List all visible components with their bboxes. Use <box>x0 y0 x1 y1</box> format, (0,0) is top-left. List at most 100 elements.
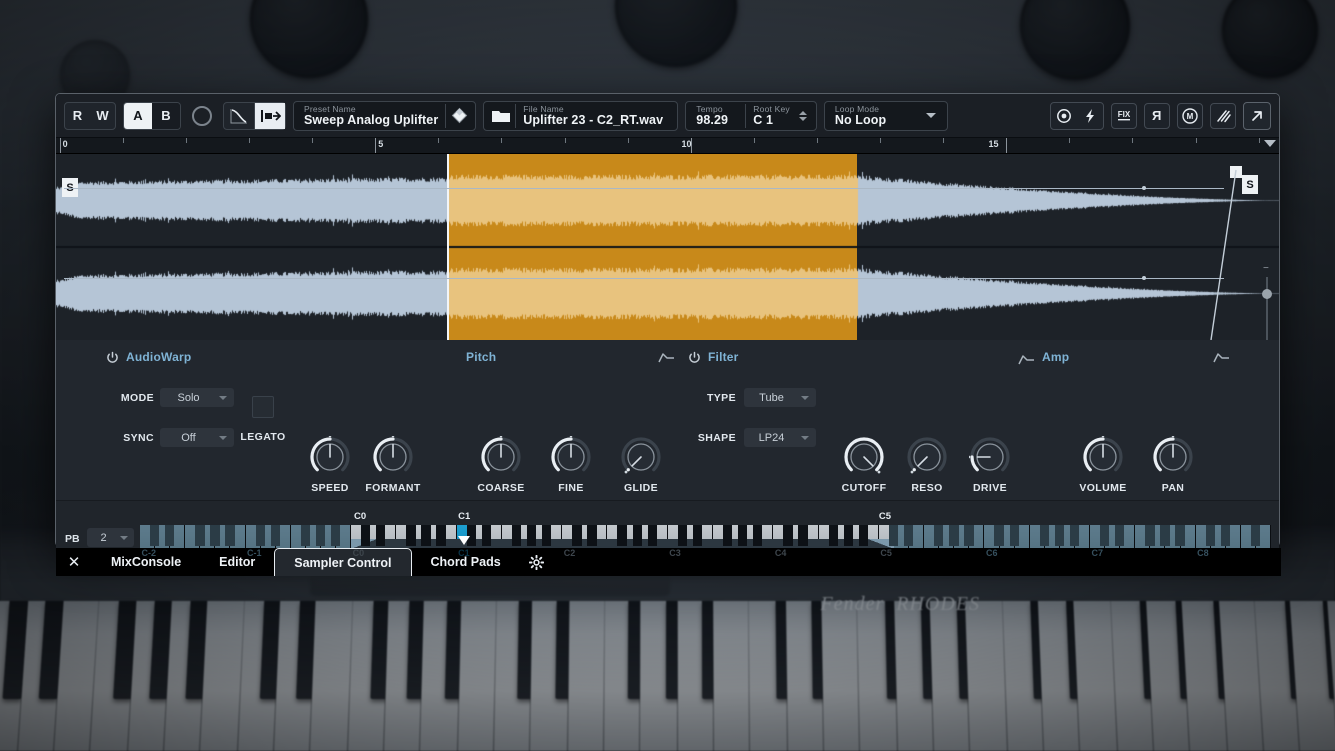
ruler-menu-chevron-icon[interactable] <box>1264 140 1276 147</box>
piano-black-key[interactable] <box>225 525 235 546</box>
piano-black-key[interactable] <box>481 525 492 546</box>
knob-speed[interactable] <box>309 436 351 478</box>
diamond-preset-icon[interactable] <box>446 102 472 130</box>
power-icon[interactable] <box>688 351 701 364</box>
piano-black-key[interactable] <box>1175 525 1185 546</box>
close-icon[interactable]: ✕ <box>56 548 92 576</box>
piano-black-key[interactable] <box>542 525 552 546</box>
piano-black-key[interactable] <box>406 525 416 546</box>
tempo-value[interactable]: 98.29 <box>696 114 738 127</box>
power-icon[interactable] <box>106 351 119 364</box>
knob-formant[interactable] <box>372 436 414 478</box>
piano-black-key[interactable] <box>934 525 944 546</box>
piano-black-key[interactable] <box>587 525 597 546</box>
shape-dropdown[interactable]: LP24 <box>744 428 816 447</box>
piano-black-key[interactable] <box>738 525 748 546</box>
piano-black-key[interactable] <box>632 525 642 546</box>
knob-volume[interactable] <box>1082 436 1124 478</box>
piano-black-key[interactable] <box>1160 525 1170 546</box>
tab-mixconsole[interactable]: MixConsole <box>92 548 200 576</box>
piano-black-key[interactable] <box>828 525 838 546</box>
piano-black-key[interactable] <box>949 525 959 546</box>
piano-black-key[interactable] <box>1220 525 1230 546</box>
piano-black-key[interactable] <box>1039 525 1050 546</box>
piano-black-key[interactable] <box>677 525 688 546</box>
fade-curve-icon[interactable] <box>224 103 254 129</box>
piano-black-key[interactable] <box>1009 525 1019 546</box>
gear-icon[interactable] <box>520 548 554 576</box>
knob-cutoff[interactable] <box>843 436 885 478</box>
piano-black-key[interactable] <box>315 525 326 546</box>
piano-black-key[interactable] <box>722 525 733 546</box>
piano-black-key[interactable] <box>1205 525 1215 546</box>
piano-black-key[interactable] <box>783 525 793 546</box>
piano-black-key[interactable] <box>964 525 974 546</box>
piano-black-key[interactable] <box>165 525 175 546</box>
vertical-zoom-track[interactable] <box>1266 277 1268 340</box>
piano-black-key[interactable] <box>195 525 205 546</box>
piano-black-key[interactable] <box>647 525 657 546</box>
piano-black-key[interactable] <box>753 525 763 546</box>
automation-write-button[interactable]: W <box>90 103 115 129</box>
piano-black-key[interactable] <box>511 525 522 546</box>
piano-black-key[interactable] <box>617 525 627 546</box>
envelope-node[interactable] <box>1142 276 1146 280</box>
piano-black-key[interactable] <box>361 525 371 546</box>
envelope-line-bottom[interactable] <box>64 278 1224 279</box>
slices-icon[interactable] <box>1210 102 1236 129</box>
piano-black-key[interactable] <box>843 525 853 546</box>
loop-mode-field[interactable]: Loop Mode No Loop <box>823 100 948 131</box>
tab-chord-pads[interactable]: Chord Pads <box>412 548 520 576</box>
selection-start-handle[interactable] <box>446 154 449 340</box>
piano-black-key[interactable] <box>376 525 386 546</box>
knob-glide[interactable] <box>620 436 662 478</box>
record-icon[interactable] <box>1051 103 1077 129</box>
preset-a-button[interactable]: A <box>124 102 152 129</box>
piano-black-key[interactable] <box>692 525 703 546</box>
piano-black-key[interactable] <box>436 525 446 546</box>
snap-to-zero-icon[interactable] <box>255 102 285 129</box>
pitch-envelope-icon[interactable] <box>658 350 675 363</box>
bypass-icon[interactable] <box>192 105 212 126</box>
pitchbend-dropdown[interactable]: 2 <box>87 528 134 547</box>
piano-black-key[interactable] <box>210 525 220 546</box>
piano-black-key[interactable] <box>858 525 869 546</box>
piano-black-key[interactable] <box>1115 525 1125 546</box>
sample-end-handle[interactable] <box>1230 166 1242 178</box>
vertical-zoom-slider[interactable]: − + <box>1260 264 1274 340</box>
piano-black-key[interactable] <box>421 525 431 546</box>
amp-envelope-icon[interactable] <box>1018 352 1035 364</box>
legato-toggle[interactable] <box>252 396 274 418</box>
timeline-ruler[interactable]: 0 5 10 15 <box>56 138 1279 154</box>
preset-name-field[interactable]: Preset Name Sweep Analog Uplifter <box>293 100 477 131</box>
sample-end-flag[interactable]: S <box>1242 175 1258 194</box>
piano-black-key[interactable] <box>270 525 280 546</box>
mono-button[interactable]: M <box>1177 102 1203 129</box>
amp-envelope-icon-2[interactable] <box>1213 350 1230 363</box>
knob-coarse[interactable] <box>480 436 522 478</box>
root-key-stepper[interactable] <box>797 110 813 121</box>
piano-black-key[interactable] <box>903 525 914 546</box>
piano-black-key[interactable] <box>888 525 899 546</box>
tab-sampler-control[interactable]: Sampler Control <box>274 548 412 576</box>
folder-icon[interactable] <box>487 102 515 130</box>
waveform-display[interactable]: S S − + <box>56 154 1279 340</box>
vertical-zoom-thumb[interactable] <box>1262 289 1272 299</box>
file-name-field[interactable]: File Name Uplifter 23 - C2_RT.wav <box>483 100 679 131</box>
piano-black-key[interactable] <box>149 525 160 546</box>
fix-button[interactable]: FIX <box>1111 102 1137 129</box>
preset-b-button[interactable]: B <box>152 102 180 129</box>
piano-black-key[interactable] <box>1250 525 1261 546</box>
piano-black-key[interactable] <box>798 525 808 546</box>
chevron-down-icon[interactable] <box>925 113 936 118</box>
piano-black-key[interactable] <box>994 525 1004 546</box>
piano-black-key[interactable] <box>1145 525 1155 546</box>
piano-black-key[interactable] <box>526 525 537 546</box>
envelope-node[interactable] <box>1142 186 1146 190</box>
piano-black-key[interactable] <box>330 525 341 546</box>
knob-pan[interactable] <box>1152 436 1194 478</box>
root-key-caret[interactable] <box>458 536 471 545</box>
envelope-line-top[interactable] <box>64 188 1224 189</box>
automation-read-button[interactable]: R <box>65 103 90 129</box>
lightning-icon[interactable] <box>1077 103 1103 129</box>
